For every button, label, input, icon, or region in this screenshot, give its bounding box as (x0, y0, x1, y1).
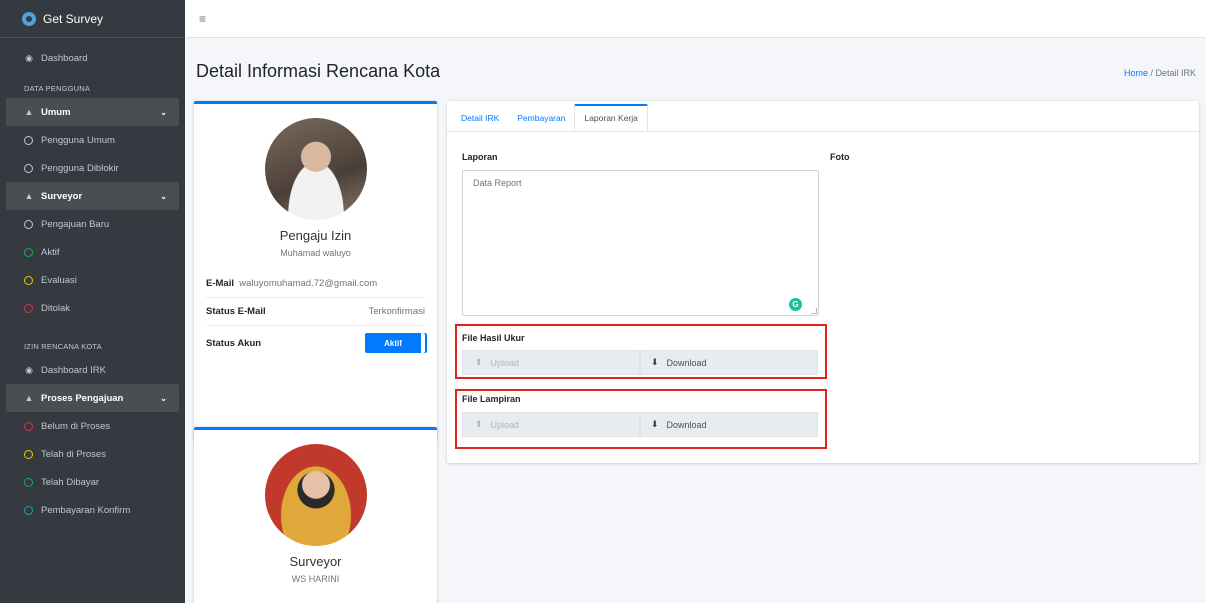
surveyor-avatar (264, 444, 367, 546)
sidebar-item-evaluasi[interactable]: Evaluasi (0, 266, 185, 294)
laporan-textarea[interactable]: Data Report G (462, 170, 819, 316)
tachometer-icon: ◉ (25, 52, 33, 63)
grammarly-icon[interactable]: G (789, 298, 802, 311)
circle-icon (24, 449, 33, 459)
chevron-down-icon: ⌄ (160, 191, 167, 201)
user-icon: ▲ (24, 107, 34, 117)
chevron-down-icon: ⌄ (160, 107, 167, 117)
user-icon: ▲ (24, 393, 34, 403)
circle-icon (24, 247, 33, 257)
breadcrumb: Home / Detail IRK (1124, 68, 1196, 78)
surveyor-name: WS HARINI (291, 574, 340, 584)
brand-logo-icon (22, 11, 36, 26)
circle-icon (24, 505, 33, 515)
status-akun-row: Status Akun Aktif (206, 326, 425, 360)
laporan-label: Laporan (462, 152, 498, 162)
sidebar-item-pengajuan-baru[interactable]: Pengajuan Baru (0, 210, 185, 238)
file-hasil-ukur-label: File Hasil Ukur (462, 333, 525, 343)
sidebar-item-dashboard[interactable]: ◉ Dashboard (0, 44, 185, 72)
email-label: E-Mail (206, 278, 234, 289)
circle-icon (24, 135, 33, 145)
file-lampiran-label: File Lampiran (462, 394, 521, 404)
topbar: ≡ (185, 0, 1206, 38)
surveyor-role: Surveyor (289, 554, 342, 569)
circle-icon (24, 303, 33, 313)
brand[interactable]: Get Survey (0, 0, 185, 38)
status-email-label: Status E-Mail (206, 306, 266, 317)
sidebar-item-telah-diproses[interactable]: Telah di Proses (0, 440, 185, 468)
tab-laporan-kerja[interactable]: Laporan Kerja (574, 104, 648, 131)
foto-label: Foto (830, 152, 850, 162)
tab-pembayaran[interactable]: Pembayaran (508, 104, 574, 131)
sidebar-item-umum[interactable]: ▲ Umum ⌄ (6, 98, 179, 126)
circle-icon (24, 477, 33, 487)
upload-hasil-ukur-button[interactable]: ⬆ Upload (462, 350, 640, 375)
status-email-row: Status E-Mail Terkonfirmasi (206, 298, 425, 326)
tachometer-icon: ◉ (25, 364, 33, 375)
applicant-info-list: E-Mail waluyomuhamad.72@gmail.com Status… (206, 270, 425, 360)
circle-icon (24, 421, 33, 431)
circle-icon (24, 219, 33, 229)
status-email-value: Terkonfirmasi (368, 306, 426, 317)
email-value: waluyomuhamad.72@gmail.com (239, 278, 378, 289)
surveyor-card: Surveyor WS HARINI (194, 427, 437, 603)
users-icon: ▲ (24, 191, 34, 201)
file-lampiran-group: ⬆ Upload ⬇ Download (462, 412, 818, 437)
sidebar-item-proses-pengajuan[interactable]: ▲ Proses Pengajuan ⌄ (6, 384, 179, 412)
sidebar-item-belum-diproses[interactable]: Belum di Proses (0, 412, 185, 440)
email-row: E-Mail waluyomuhamad.72@gmail.com (206, 270, 425, 298)
breadcrumb-current: Detail IRK (1155, 68, 1196, 78)
sidebar-item-surveyor[interactable]: ▲ Surveyor ⌄ (6, 182, 179, 210)
status-akun-button[interactable]: Aktif (365, 333, 425, 353)
tabs: Detail IRK Pembayaran Laporan Kerja (452, 103, 648, 131)
sidebar: Get Survey ◉ Dashboard DATA PENGGUNA ▲ U… (0, 0, 185, 603)
file-hasil-ukur-group: ⬆ Upload ⬇ Download (462, 350, 818, 375)
tabs-divider (447, 131, 1199, 132)
applicant-card: Pengaju Izin Muhamad waluyo E-Mail waluy… (194, 101, 437, 441)
sidebar-item-pengguna-diblokir[interactable]: Pengguna Diblokir (0, 154, 185, 182)
sidebar-item-aktif[interactable]: Aktif (0, 238, 185, 266)
sidebar-item-ditolak[interactable]: Ditolak (0, 294, 185, 322)
applicant-name: Muhamad waluyo (280, 248, 351, 258)
sidebar-item-dashboard-irk[interactable]: ◉ Dashboard IRK (0, 356, 185, 384)
circle-icon (24, 275, 33, 285)
nav-header-pengguna: DATA PENGGUNA (24, 84, 91, 93)
circle-icon (24, 163, 33, 173)
breadcrumb-home[interactable]: Home (1124, 68, 1148, 78)
resize-handle-icon[interactable] (811, 308, 817, 314)
hamburger-icon[interactable]: ≡ (199, 12, 206, 26)
applicant-avatar (264, 118, 367, 220)
applicant-role: Pengaju Izin (279, 228, 352, 243)
brand-name: Get Survey (43, 11, 104, 26)
download-icon: ⬇ (651, 419, 659, 429)
sidebar-item-telah-dibayar[interactable]: Telah Dibayar (0, 468, 185, 496)
chevron-down-icon: ⌄ (160, 393, 167, 403)
download-lampiran-button[interactable]: ⬇ Download (640, 412, 818, 437)
nav-header-irk: IZIN RENCANA KOTA (24, 342, 102, 351)
download-icon: ⬇ (651, 357, 659, 367)
upload-icon: ⬆ (475, 419, 483, 429)
upload-icon: ⬆ (475, 357, 483, 367)
status-akun-label: Status Akun (206, 337, 262, 349)
page-title: Detail Informasi Rencana Kota (196, 61, 441, 81)
laporan-value: Data Report (473, 178, 522, 188)
sidebar-item-pengguna-umum[interactable]: Pengguna Umum (0, 126, 185, 154)
tab-detail-irk[interactable]: Detail IRK (452, 104, 508, 131)
download-hasil-ukur-button[interactable]: ⬇ Download (640, 350, 818, 375)
sidebar-item-pembayaran-konfirm[interactable]: Pembayaran Konfirm (0, 496, 185, 524)
upload-lampiran-button[interactable]: ⬆ Upload (462, 412, 640, 437)
